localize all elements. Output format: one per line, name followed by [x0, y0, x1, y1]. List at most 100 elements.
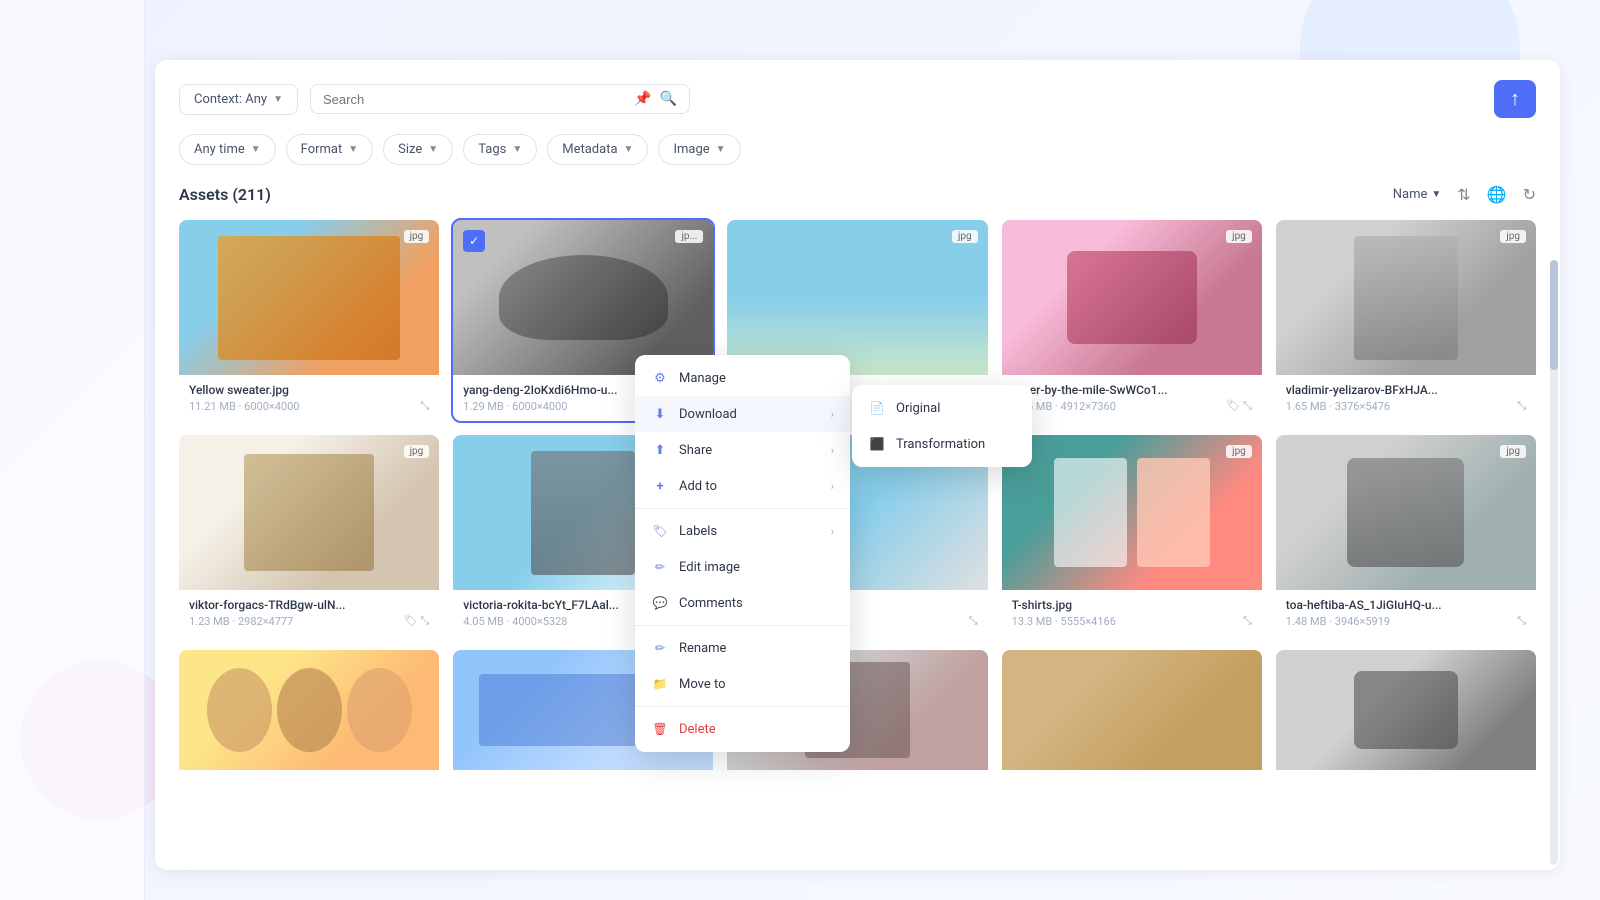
image-card[interactable]: vladimir-yelizarov-BFxHJA... 1.65 MB · 3… — [1276, 220, 1536, 421]
card-type-badge: jp... — [675, 230, 703, 243]
scrollbar[interactable] — [1550, 260, 1558, 865]
download-icon: ⬇ — [651, 405, 669, 423]
card-meta: 1.65 MB · 3376×5476 ⤡ — [1286, 399, 1526, 413]
search-icon[interactable]: 🔍 — [660, 91, 677, 107]
assets-title: Assets (211) — [179, 185, 271, 204]
menu-item-delete[interactable]: 🗑 Delete — [635, 711, 850, 747]
globe-icon[interactable]: 🌐 — [1487, 185, 1507, 204]
sort-dropdown[interactable]: Name ▼ — [1393, 187, 1442, 202]
edit-image-icon: ✏ — [651, 558, 669, 576]
submenu-item-original[interactable]: 📄 Original — [852, 390, 1032, 426]
image-card[interactable]: viktor-forgacs-TRdBgw-ulN... 1.23 MB · 2… — [179, 435, 439, 636]
top-bar: Context: Any ▼ 📌 🔍 ↑ — [179, 80, 1536, 118]
chevron-down-icon: ▼ — [512, 144, 522, 155]
card-name: Yellow sweater.jpg — [189, 383, 429, 397]
context-label: Context: Any — [194, 92, 267, 107]
upload-button[interactable]: ↑ — [1494, 80, 1536, 118]
card-name: vladimir-yelizarov-BFxHJA... — [1286, 383, 1526, 397]
card-name: wiser-by-the-mile-SwWCo1... — [1012, 383, 1252, 397]
image-card[interactable] — [1002, 650, 1262, 786]
filter-metadata[interactable]: Metadata ▼ — [547, 134, 648, 165]
original-icon: 📄 — [868, 399, 886, 417]
card-meta: 11.21 MB · 6000×4000 ⤡ — [189, 399, 429, 413]
submenu-item-transformation[interactable]: ⬛ Transformation — [852, 426, 1032, 462]
labels-label: Labels — [679, 524, 717, 539]
original-label: Original — [896, 401, 940, 416]
filter-size[interactable]: Size ▼ — [383, 134, 453, 165]
menu-item-labels[interactable]: 🏷 Labels › — [635, 513, 850, 549]
chevron-down-icon: ▼ — [716, 144, 726, 155]
arrow-right-icon: › — [831, 525, 834, 538]
image-card[interactable] — [179, 650, 439, 786]
context-dropdown[interactable]: Context: Any ▼ — [179, 84, 298, 115]
filter-format[interactable]: Format ▼ — [286, 134, 374, 165]
search-input[interactable] — [323, 92, 626, 107]
chevron-down-icon: ▼ — [428, 144, 438, 155]
filter-metadata-label: Metadata — [562, 142, 617, 157]
card-type-badge: jpg — [1500, 230, 1526, 243]
filter-row: Any time ▼ Format ▼ Size ▼ Tags ▼ Metada… — [179, 134, 1536, 165]
pin-icon[interactable]: 📌 — [634, 91, 651, 107]
assets-header: Assets (211) Name ▼ ⇅ 🌐 ↻ — [179, 185, 1536, 204]
move-to-icon: 📁 — [651, 675, 669, 693]
chevron-down-icon: ▼ — [624, 144, 634, 155]
manage-icon: ⚙ — [651, 369, 669, 387]
filter-image[interactable]: Image ▼ — [658, 134, 740, 165]
menu-item-comments[interactable]: 💬 Comments — [635, 585, 850, 621]
card-type-badge: jpg — [404, 445, 430, 458]
image-card[interactable]: wiser-by-the-mile-SwWCo1... 1.45 MB · 49… — [1002, 220, 1262, 421]
card-meta: 1.48 MB · 3946×5919 ⤡ — [1286, 614, 1526, 628]
comments-icon: 💬 — [651, 594, 669, 612]
menu-item-manage[interactable]: ⚙ Manage — [635, 360, 850, 396]
chevron-down-icon: ▼ — [273, 94, 283, 105]
chevron-down-icon: ▼ — [251, 144, 261, 155]
filter-any-time-label: Any time — [194, 142, 245, 157]
download-label: Download — [679, 407, 737, 422]
card-type-badge: jpg — [1226, 230, 1252, 243]
transformation-label: Transformation — [896, 437, 985, 452]
filter-any-time[interactable]: Any time ▼ — [179, 134, 276, 165]
arrow-right-icon: › — [831, 480, 834, 493]
image-grid: Yellow sweater.jpg 11.21 MB · 6000×4000 … — [179, 220, 1536, 786]
menu-item-edit-image[interactable]: ✏ Edit image — [635, 549, 850, 585]
manage-label: Manage — [679, 371, 726, 386]
comments-label: Comments — [679, 596, 743, 611]
menu-item-move-to[interactable]: 📁 Move to — [635, 666, 850, 702]
card-meta: 1.23 MB · 2982×4777 🏷 ⤡ — [189, 614, 429, 628]
delete-icon: 🗑 — [651, 720, 669, 738]
share-icon: ⬆ — [651, 441, 669, 459]
rename-icon: ✏ — [651, 639, 669, 657]
image-card[interactable]: Yellow sweater.jpg 11.21 MB · 6000×4000 … — [179, 220, 439, 421]
image-card[interactable]: T-shirts.jpg 13.3 MB · 5555×4166 ⤡ jpg — [1002, 435, 1262, 636]
card-name: viktor-forgacs-TRdBgw-ulN... — [189, 598, 429, 612]
menu-item-rename[interactable]: ✏ Rename — [635, 630, 850, 666]
checkbox-selected: ✓ — [463, 230, 485, 252]
filter-image-label: Image — [673, 142, 709, 157]
edit-image-label: Edit image — [679, 560, 740, 575]
menu-item-share[interactable]: ⬆ Share › — [635, 432, 850, 468]
card-type-badge: jpg — [952, 230, 978, 243]
image-card[interactable] — [1276, 650, 1536, 786]
filter-tags-label: Tags — [478, 142, 506, 157]
image-card[interactable]: toa-heftiba-AS_1JiGIuHQ-u... 1.48 MB · 3… — [1276, 435, 1536, 636]
refresh-icon[interactable]: ↻ — [1523, 185, 1536, 204]
arrow-right-icon: › — [831, 408, 834, 421]
rename-label: Rename — [679, 641, 726, 656]
delete-label: Delete — [679, 722, 716, 737]
menu-item-add-to[interactable]: + Add to › — [635, 468, 850, 504]
menu-item-download[interactable]: ⬇ Download › — [635, 396, 850, 432]
transformation-icon: ⬛ — [868, 435, 886, 453]
move-to-label: Move to — [679, 677, 726, 692]
add-to-label: Add to — [679, 479, 717, 494]
submenu-download: 📄 Original ⬛ Transformation — [852, 385, 1032, 467]
filter-tags[interactable]: Tags ▼ — [463, 134, 537, 165]
sort-icon[interactable]: ⇅ — [1457, 185, 1470, 204]
share-label: Share — [679, 443, 712, 458]
card-meta: 13.3 MB · 5555×4166 ⤡ — [1012, 614, 1252, 628]
search-box: 📌 🔍 — [310, 84, 690, 114]
sort-label: Name — [1393, 187, 1428, 202]
filter-size-label: Size — [398, 142, 422, 157]
scroll-thumb[interactable] — [1550, 260, 1558, 370]
add-to-icon: + — [651, 477, 669, 495]
arrow-right-icon: › — [831, 444, 834, 457]
